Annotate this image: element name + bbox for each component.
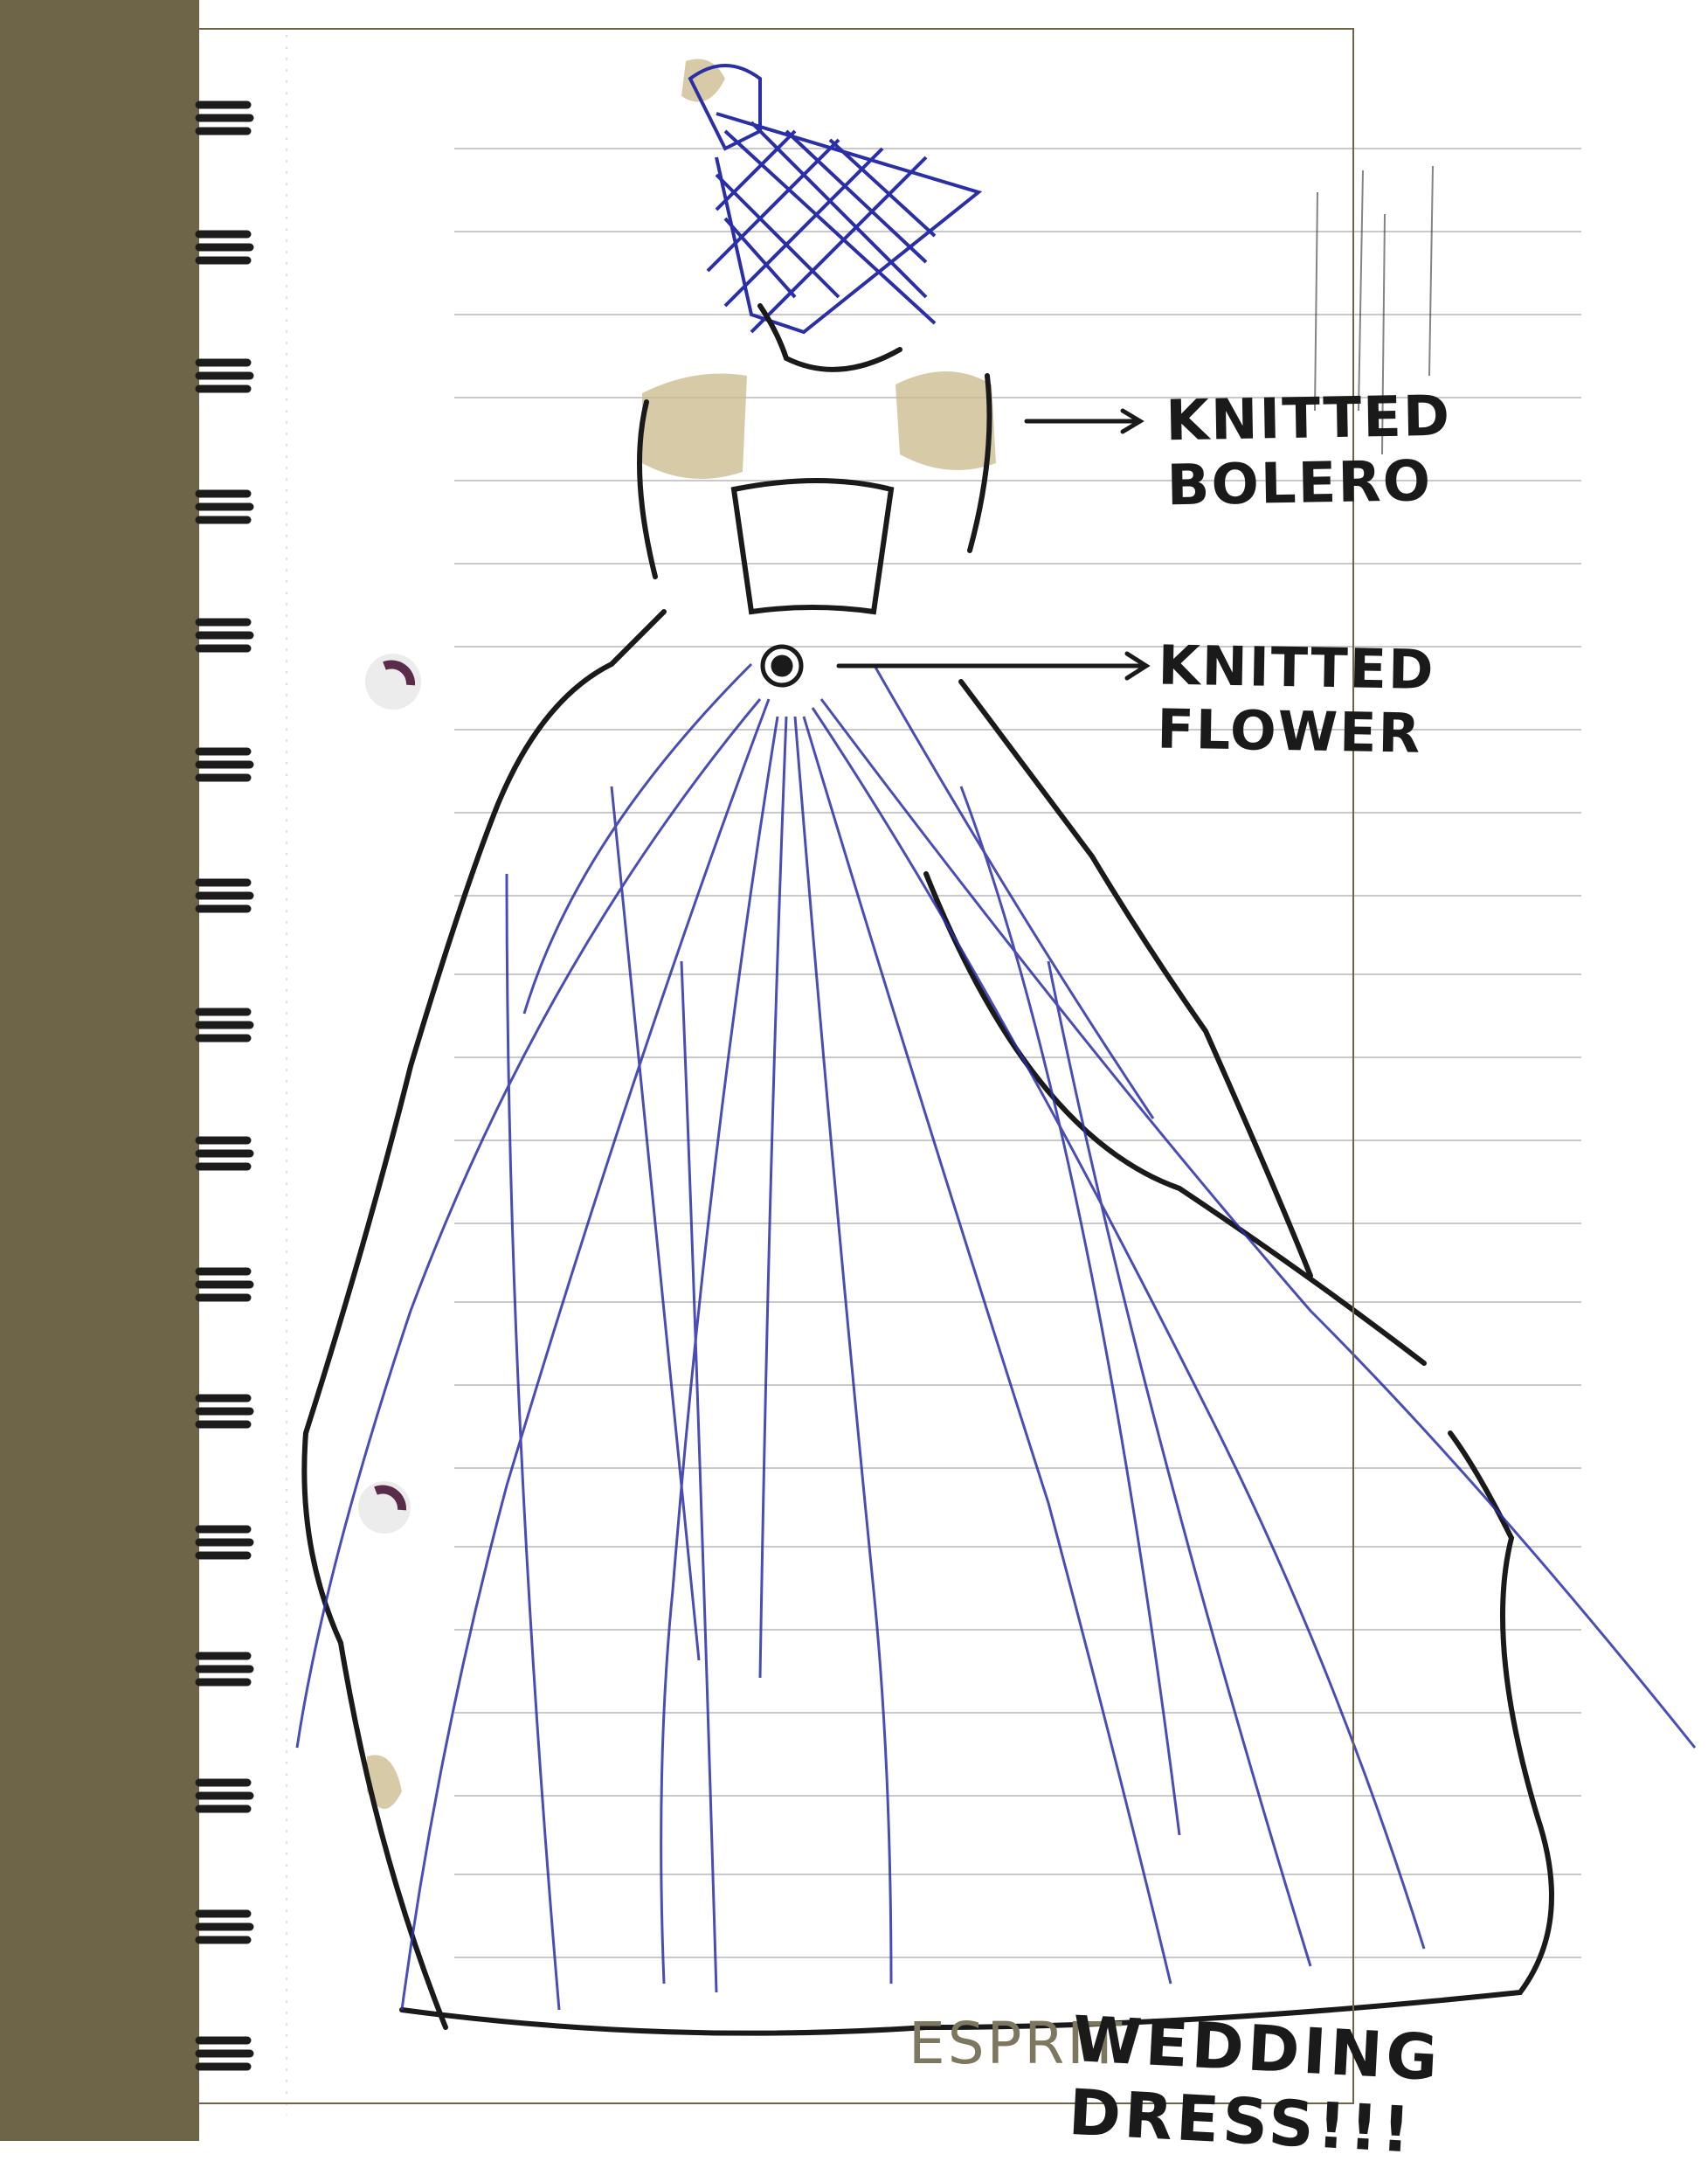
bolero-label: KNITTED BOLERO [1165,384,1452,519]
spiral-binding [195,100,254,2071]
skirt-strokes [295,662,1697,2011]
headpiece [688,64,983,335]
flower-label: KNITTED FLOWER [1156,633,1436,765]
dress-sketch [195,35,1697,2115]
knitted-flower [760,644,804,688]
punch-holes [358,654,421,1534]
